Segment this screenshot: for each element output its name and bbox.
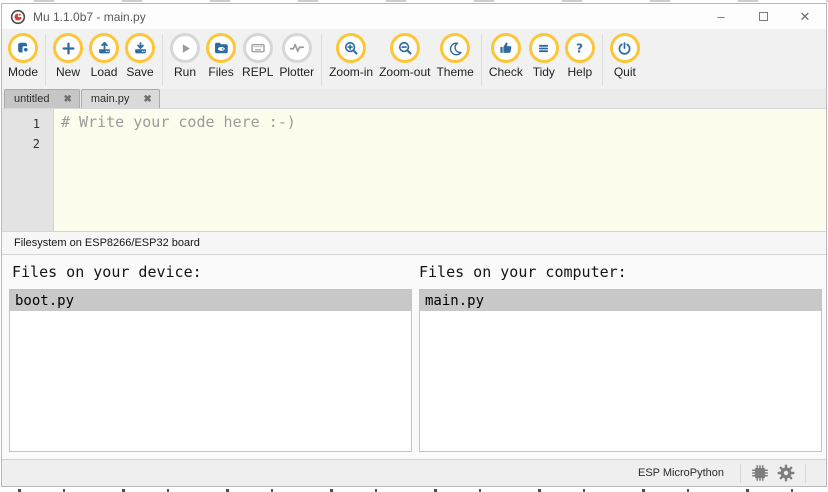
device-file-row[interactable]: boot.py	[10, 290, 411, 311]
tab-main-py-label: main.py	[90, 93, 130, 105]
theme-button[interactable]: Theme	[433, 33, 476, 79]
maximize-icon	[758, 12, 768, 21]
help-button[interactable]: ? Help	[562, 33, 598, 79]
save-label: Save	[126, 65, 154, 79]
computer-file-row[interactable]: main.py	[420, 290, 821, 311]
tab-main-py[interactable]: main.py ✖	[80, 89, 160, 108]
computer-file-name: main.py	[425, 292, 485, 309]
chip-icon	[752, 465, 768, 481]
tidy-button[interactable]: Tidy	[526, 33, 562, 79]
filesystem-pane: Files on your device: Files on your comp…	[2, 255, 826, 459]
load-button[interactable]: Load	[86, 33, 122, 79]
plotter-label: Plotter	[279, 65, 315, 79]
folder-icon	[215, 42, 228, 54]
minimize-button[interactable]: –	[700, 4, 742, 29]
mu-editor-window: Mu 1.1.0b7 - main.py – ✕ Mode New Load S…	[1, 3, 827, 487]
line-number-gutter: 1 2	[2, 109, 54, 231]
upload-icon	[98, 41, 110, 53]
computer-files-list[interactable]: main.py	[419, 289, 822, 452]
title-bar: Mu 1.1.0b7 - main.py – ✕	[2, 4, 826, 29]
files-button[interactable]: Files	[203, 33, 239, 79]
maximize-button[interactable]	[742, 4, 784, 29]
run-label: Run	[174, 65, 197, 79]
moon-icon	[449, 41, 462, 55]
mu-app-icon	[10, 9, 26, 24]
zoom-out-button[interactable]: Zoom-out	[376, 33, 433, 79]
play-icon	[182, 43, 190, 53]
filesystem-header: Filesystem on ESP8266/ESP32 board	[2, 231, 826, 255]
code-line: # Write your code here :-)	[61, 113, 296, 131]
code-editor: 1 2 # Write your code here :-)	[2, 109, 826, 231]
device-files-list[interactable]: boot.py	[9, 289, 412, 452]
code-text-area[interactable]: # Write your code here :-)	[54, 109, 826, 231]
board-mode-label: ESP MicroPython	[637, 467, 724, 479]
toolbar-separator	[321, 34, 323, 86]
toolbar-separator	[45, 34, 47, 86]
tab-untitled[interactable]: untitled ✖	[4, 89, 80, 108]
check-label: Check	[488, 65, 523, 79]
filesystem-header-label: Filesystem on ESP8266/ESP32 board	[14, 237, 200, 249]
zoom-in-icon	[345, 41, 358, 55]
zoom-in-label: Zoom-in	[329, 65, 374, 79]
device-files-title: Files on your device:	[12, 263, 202, 281]
tab-close-icon[interactable]: ✖	[63, 94, 71, 105]
repl-button[interactable]: REPL	[239, 33, 276, 79]
tidy-label: Tidy	[532, 65, 555, 79]
gear-icon	[777, 464, 795, 482]
desktop-background-top	[0, 0, 828, 2]
repl-label: REPL	[242, 65, 274, 79]
window-controls: – ✕	[700, 4, 826, 29]
tab-bar: untitled ✖ main.py ✖	[2, 89, 826, 109]
new-button[interactable]: New	[50, 33, 86, 79]
zoom-out-icon	[398, 41, 412, 55]
zoom-in-button[interactable]: Zoom-in	[326, 33, 376, 79]
close-icon: ✕	[799, 8, 811, 24]
new-label: New	[56, 65, 81, 79]
files-label: Files	[208, 65, 234, 79]
quit-button[interactable]: Quit	[607, 33, 643, 79]
mode-button[interactable]: Mode	[5, 33, 41, 79]
thumbs-up-icon	[500, 42, 512, 53]
power-icon	[618, 41, 631, 55]
quit-label: Quit	[613, 65, 636, 79]
run-button[interactable]: Run	[167, 33, 203, 79]
question-icon: ?	[576, 41, 583, 55]
close-button[interactable]: ✕	[784, 4, 826, 29]
statusbar-separator	[740, 463, 741, 483]
load-label: Load	[90, 65, 118, 79]
save-button[interactable]: Save	[122, 33, 158, 79]
computer-files-title: Files on your computer:	[419, 263, 627, 281]
window-title: Mu 1.1.0b7 - main.py	[33, 9, 146, 24]
toolbar: Mode New Load Save Run Files REPL Plotte…	[2, 29, 826, 89]
waveform-icon	[289, 43, 304, 53]
status-bar: ESP MicroPython	[2, 459, 826, 486]
tab-untitled-label: untitled	[14, 93, 50, 105]
mode-label: Mode	[8, 65, 39, 79]
toolbar-separator	[601, 34, 603, 86]
plotter-button[interactable]: Plotter	[276, 33, 317, 79]
statusbar-separator	[805, 463, 806, 483]
toolbar-separator	[162, 34, 164, 86]
svg-text:?: ?	[576, 41, 583, 55]
mu-mode-icon	[18, 42, 28, 53]
lines-icon	[539, 44, 549, 52]
settings-button[interactable]	[773, 460, 799, 486]
check-button[interactable]: Check	[486, 33, 526, 79]
keyboard-icon	[251, 43, 265, 53]
toolbar-separator	[480, 34, 482, 86]
line-number: 1	[32, 117, 40, 131]
zoom-out-label: Zoom-out	[379, 65, 431, 79]
theme-label: Theme	[436, 65, 474, 79]
plus-icon	[62, 42, 74, 54]
line-number: 2	[32, 137, 40, 151]
device-file-name: boot.py	[15, 292, 75, 309]
download-icon	[134, 41, 146, 53]
help-label: Help	[567, 65, 593, 79]
chip-admin-button[interactable]	[747, 460, 773, 486]
minimize-icon: –	[717, 9, 725, 24]
tab-close-icon[interactable]: ✖	[143, 94, 151, 105]
